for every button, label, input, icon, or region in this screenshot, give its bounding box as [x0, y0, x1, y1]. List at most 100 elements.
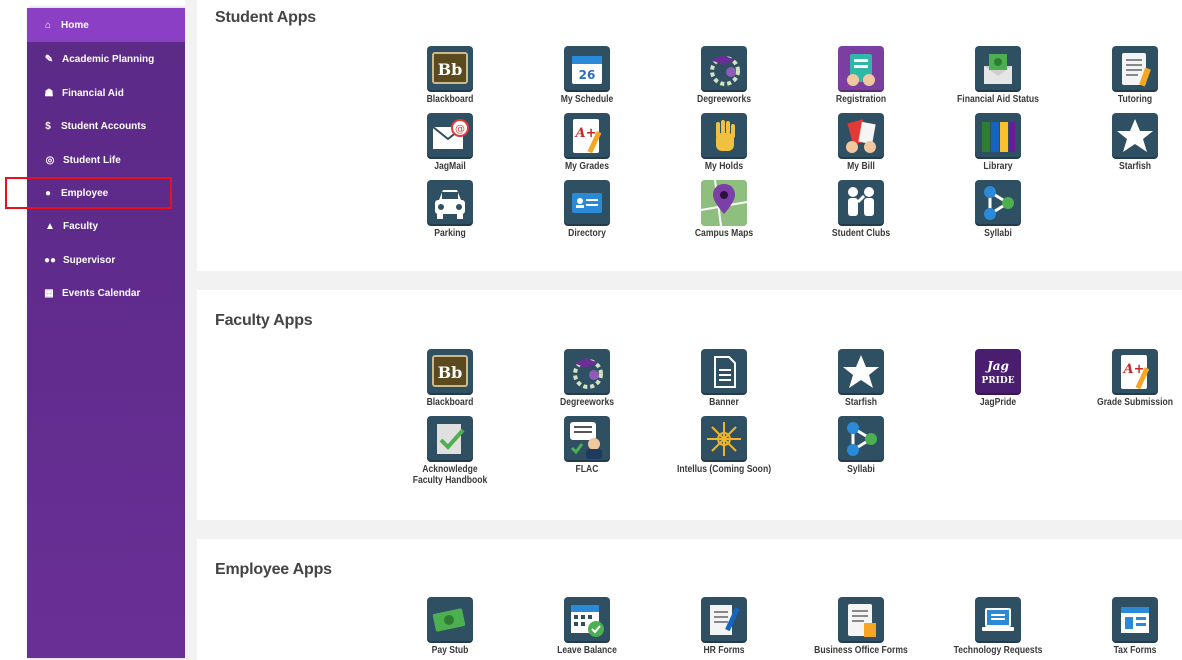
svg-text:PRIDE: PRIDE	[981, 376, 1014, 386]
people-icon	[838, 180, 884, 226]
app-degreeworks[interactable]: Degreeworks	[664, 46, 784, 105]
calendar-icon: 26	[564, 46, 610, 92]
svg-text:A+: A+	[574, 126, 597, 141]
app-label: Banner	[709, 397, 739, 408]
network-nodes-icon	[838, 416, 884, 462]
app-registration[interactable]: Registration	[801, 46, 921, 105]
app-directory[interactable]: Directory	[527, 180, 647, 239]
app-label: JagMail	[434, 161, 466, 172]
sidebar-item-label: Home	[61, 19, 89, 31]
app-label: My Grades	[565, 161, 609, 172]
app-technology-requests[interactable]: Technology Requests	[938, 597, 1058, 656]
app-acknowledge-faculty-handbook[interactable]: Acknowledge Faculty Handbook	[390, 416, 510, 486]
blackboard-icon: Bb	[427, 349, 473, 395]
app-business-office-forms[interactable]: Business Office Forms	[801, 597, 921, 656]
pencil-icon: ✎	[44, 53, 54, 65]
app-label: Acknowledge Faculty Handbook	[412, 464, 488, 486]
svg-text:Bb: Bb	[438, 363, 463, 382]
registration-icon	[838, 46, 884, 92]
users-icon: ●●	[43, 254, 57, 266]
app-my-grades[interactable]: A+ My Grades	[527, 113, 647, 172]
app-starfish[interactable]: Starfish	[1075, 113, 1182, 172]
sidebar-item-label: Employee	[61, 187, 109, 199]
section-title-faculty: Faculty Apps	[215, 312, 313, 329]
app-faculty-syllabi[interactable]: Syllabi	[801, 416, 921, 475]
grade-icon: A+	[564, 113, 610, 159]
gear-cap-icon	[701, 46, 747, 92]
money-envelope-icon	[975, 46, 1021, 92]
sidebar: ⌂ Home ✎ Academic Planning ☗ Financial A…	[27, 8, 185, 658]
app-label: Grade Submission	[1096, 397, 1173, 408]
app-faculty-blackboard[interactable]: Bb Blackboard	[390, 349, 510, 408]
app-label: Leave Balance	[557, 645, 617, 656]
books-icon	[975, 113, 1021, 159]
hand-icon	[701, 113, 747, 159]
app-label: My Schedule	[560, 94, 614, 105]
app-label: My Bill	[847, 161, 875, 172]
app-label: Pay Stub	[431, 645, 469, 656]
app-grade-submission[interactable]: A+ Grade Submission	[1075, 349, 1182, 408]
app-leave-balance[interactable]: Leave Balance	[527, 597, 647, 656]
app-label: Technology Requests	[953, 645, 1043, 656]
app-banner[interactable]: Banner	[664, 349, 784, 408]
app-campus-maps[interactable]: Campus Maps	[664, 180, 784, 239]
faculty-apps-panel: Faculty Apps Bb Blackboard Degreeworks B…	[197, 290, 1182, 520]
sidebar-item-employee[interactable]: ● Employee	[27, 176, 185, 210]
sidebar-item-supervisor[interactable]: ●● Supervisor	[27, 243, 185, 277]
app-jagmail[interactable]: @ JagMail	[390, 113, 510, 172]
id-card-icon	[564, 180, 610, 226]
app-tutoring[interactable]: Tutoring	[1075, 46, 1182, 105]
bill-hands-icon	[838, 113, 884, 159]
handbook-check-icon	[427, 416, 473, 462]
app-label: My Holds	[704, 161, 744, 172]
app-student-clubs[interactable]: Student Clubs	[801, 180, 921, 239]
app-label: Blackboard	[426, 397, 474, 408]
employee-apps-panel: Employee Apps Pay Stub Leave Balance HR …	[197, 539, 1182, 660]
app-flac[interactable]: FLAC	[527, 416, 647, 475]
mail-icon: @	[427, 113, 473, 159]
home-icon: ⌂	[44, 19, 52, 31]
app-financial-aid-status[interactable]: Financial Aid Status	[938, 46, 1058, 105]
app-label: Starfish	[844, 397, 878, 408]
app-blackboard[interactable]: Bb Blackboard	[390, 46, 510, 105]
user-icon: ●	[44, 187, 52, 199]
svg-text:@: @	[455, 124, 465, 135]
sidebar-item-home[interactable]: ⌂ Home	[27, 8, 185, 42]
app-label: Directory	[568, 228, 606, 239]
flac-person-icon	[564, 416, 610, 462]
sidebar-item-financial-aid[interactable]: ☗ Financial Aid	[27, 76, 185, 110]
app-label: Parking	[434, 228, 466, 239]
app-parking[interactable]: Parking	[390, 180, 510, 239]
sidebar-item-label: Faculty	[63, 220, 99, 232]
main-content: Student Apps Bb Blackboard 26 My Schedul…	[185, 0, 1182, 660]
sidebar-item-events-calendar[interactable]: ▦ Events Calendar	[27, 276, 185, 310]
app-hr-forms[interactable]: HR Forms	[664, 597, 784, 656]
app-faculty-starfish[interactable]: Starfish	[801, 349, 921, 408]
cash-icon	[427, 597, 473, 643]
sidebar-item-academic-planning[interactable]: ✎ Academic Planning	[27, 42, 185, 76]
sidebar-item-student-accounts[interactable]: $ Student Accounts	[27, 109, 185, 143]
app-label: HR Forms	[703, 645, 745, 656]
app-label: Tutoring	[1117, 94, 1153, 105]
app-syllabi[interactable]: Syllabi	[938, 180, 1058, 239]
calendar-check-icon	[564, 597, 610, 643]
graduation-cap-icon: ▲	[45, 220, 55, 232]
svg-text:A+: A+	[1122, 362, 1145, 377]
app-library[interactable]: Library	[938, 113, 1058, 172]
svg-text:Bb: Bb	[438, 60, 463, 79]
app-label: Business Office Forms	[814, 645, 908, 656]
app-jagpride[interactable]: Jag PRIDE JagPride	[938, 349, 1058, 408]
sidebar-item-faculty[interactable]: ▲ Faculty	[27, 209, 185, 243]
app-intellus[interactable]: Intellus (Coming Soon)	[664, 416, 784, 475]
sidebar-item-student-life[interactable]: ◎ Student Life	[27, 143, 185, 177]
app-my-bill[interactable]: My Bill	[801, 113, 921, 172]
soccer-ball-icon: ◎	[45, 154, 55, 166]
app-my-schedule[interactable]: 26 My Schedule	[527, 46, 647, 105]
app-my-holds[interactable]: My Holds	[664, 113, 784, 172]
sidebar-item-label: Academic Planning	[62, 53, 155, 65]
car-icon	[427, 180, 473, 226]
app-tax-forms[interactable]: Tax Forms	[1075, 597, 1182, 656]
svg-text:Jag: Jag	[985, 359, 1009, 373]
app-pay-stub[interactable]: Pay Stub	[390, 597, 510, 656]
app-faculty-degreeworks[interactable]: Degreeworks	[527, 349, 647, 408]
